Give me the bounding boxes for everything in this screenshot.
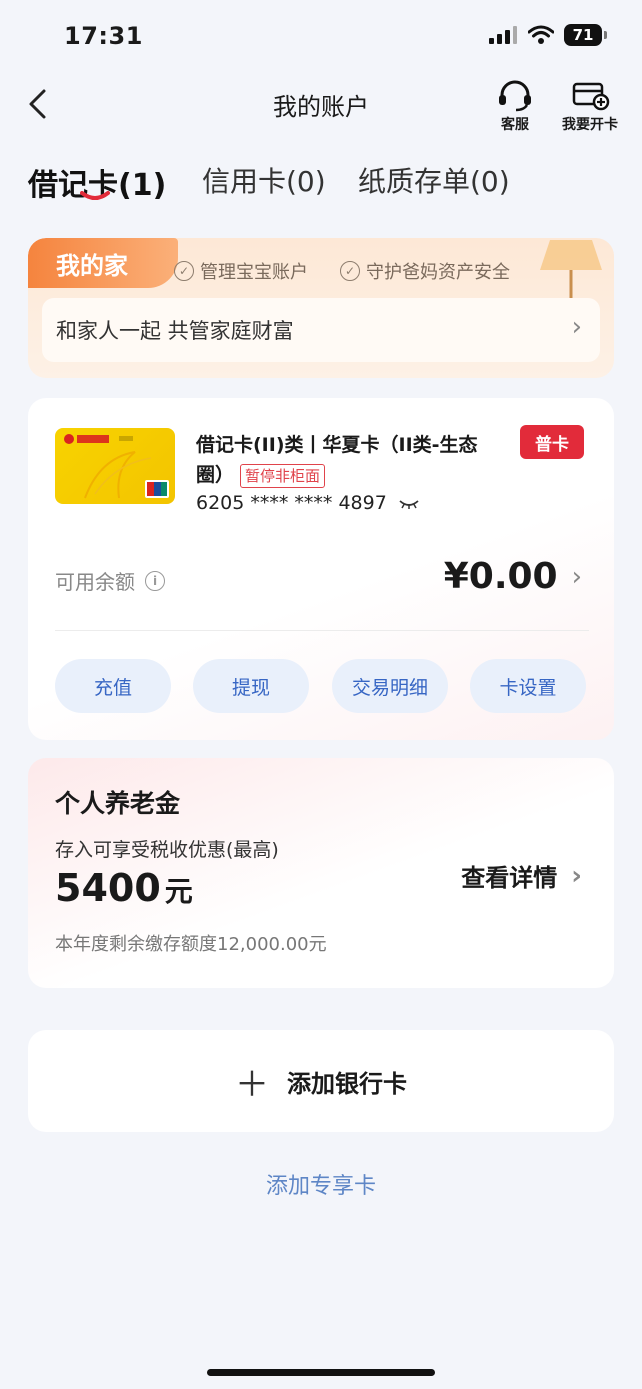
family-tag: ✓ 守护爸妈资产安全 (340, 258, 510, 284)
wifi-icon (528, 25, 554, 44)
family-slogan: 和家人一起 共管家庭财富 (56, 319, 294, 343)
plus-icon: ＋ (235, 1064, 269, 1105)
recharge-button[interactable]: 充值 (55, 659, 171, 713)
status-icons: 71 (488, 24, 607, 46)
chevron-right-icon: › (571, 860, 582, 891)
family-entry[interactable]: 和家人一起 共管家庭财富 › (42, 298, 600, 362)
chevron-right-icon: › (571, 312, 582, 342)
check-circle-icon: ✓ (174, 261, 194, 281)
open-card-button[interactable]: 我要开卡 (562, 80, 618, 134)
customer-service-label: 客服 (501, 117, 529, 133)
balance-label: 可用余额 i (55, 566, 165, 595)
home-indicator[interactable] (207, 1369, 435, 1376)
card-add-icon (572, 82, 610, 111)
pension-quota-note: 本年度剩余缴存额度12,000.00元 (55, 934, 327, 955)
check-circle-icon: ✓ (340, 261, 360, 281)
debit-card-panel: 借记卡(II)类丨华夏卡（II类-生态圈） 暂停非柜面 普卡 6205 **** … (28, 398, 614, 740)
card-image[interactable] (55, 428, 175, 504)
pension-title: 个人养老金 (55, 789, 181, 818)
card-settings-button[interactable]: 卡设置 (470, 659, 586, 713)
lamp-icon (540, 240, 602, 300)
card-type-badge: 普卡 (520, 425, 584, 459)
signal-icon (489, 26, 517, 44)
family-badge: 我的家 (28, 238, 178, 288)
tab-credit-card[interactable]: 信用卡(0) (202, 160, 326, 200)
add-bank-card-button[interactable]: ＋ 添加银行卡 (28, 1030, 614, 1132)
balance-entry[interactable]: ¥0.00 › (444, 556, 582, 597)
hua-xia-card-artwork (64, 434, 169, 499)
open-card-label: 我要开卡 (562, 117, 618, 133)
tab-active-indicator (80, 191, 110, 200)
page-title: 我的账户 (273, 93, 369, 121)
eye-closed-icon[interactable] (399, 498, 419, 510)
divider (55, 630, 589, 631)
family-banner[interactable]: 我的家 ✓ 管理宝宝账户 ✓ 守护爸妈资产安全 和家人一起 共管家庭财富 › (28, 238, 614, 378)
customer-service-button[interactable]: 客服 (496, 80, 534, 134)
pension-subtitle: 存入可享受税收优惠(最高) (55, 839, 279, 861)
add-bank-card-label: 添加银行卡 (287, 1069, 407, 1098)
card-name: 借记卡(II)类丨华夏卡（II类-生态圈） 暂停非柜面 (196, 434, 478, 488)
withdraw-button[interactable]: 提现 (193, 659, 309, 713)
battery-icon: 71 (564, 24, 607, 46)
chevron-right-icon: › (571, 561, 582, 592)
info-icon[interactable]: i (145, 570, 165, 591)
balance-amount: ¥0.00 (443, 556, 558, 597)
pension-panel[interactable]: 个人养老金 存入可享受税收优惠(最高) 5400 元 本年度剩余缴存额度12,00… (28, 758, 614, 988)
status-time: 17:31 (64, 22, 143, 50)
status-badge: 暂停非柜面 (240, 463, 326, 488)
headset-icon (499, 80, 531, 112)
card-number: 6205 **** **** 4897 (196, 492, 419, 514)
pension-amount: 5400 元 (55, 866, 193, 910)
view-details-link[interactable]: 查看详情 › (461, 858, 582, 893)
tab-paper-deposit[interactable]: 纸质存单(0) (358, 160, 510, 200)
add-exclusive-card-link[interactable]: 添加专享卡 (0, 1168, 642, 1200)
family-tag: ✓ 管理宝宝账户 (174, 258, 308, 284)
transactions-button[interactable]: 交易明细 (332, 659, 448, 713)
